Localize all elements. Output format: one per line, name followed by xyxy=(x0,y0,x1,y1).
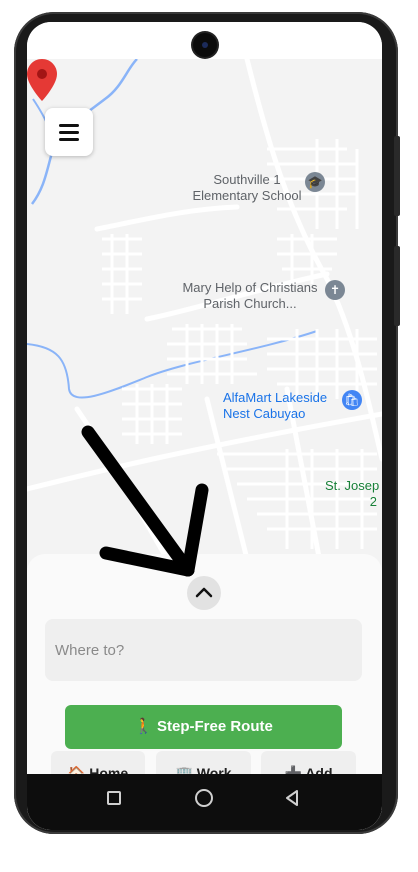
system-nav-bar xyxy=(27,774,382,830)
store-label-line1: AlfaMart Lakeside xyxy=(223,390,328,405)
phone-screen: 🎓 Southville 1 Elementary School ✝ Mary … xyxy=(27,22,382,830)
stjoseph-label-line2: 2 xyxy=(369,494,377,509)
back-icon[interactable] xyxy=(283,789,301,807)
church-label-line2: Parish Church... xyxy=(203,296,297,311)
store-label[interactable]: AlfaMart Lakeside Nest Cabuyao xyxy=(223,390,341,422)
recent-apps-icon[interactable] xyxy=(107,791,121,805)
graduation-cap-icon[interactable]: 🎓 xyxy=(305,172,325,192)
power-button xyxy=(394,246,400,326)
location-pin-icon[interactable] xyxy=(27,59,57,101)
school-label[interactable]: Southville 1 Elementary School xyxy=(187,172,307,204)
hamburger-menu-icon[interactable] xyxy=(45,108,93,156)
store-label-line2: Nest Cabuyao xyxy=(223,406,306,421)
search-input[interactable] xyxy=(45,619,362,681)
shopping-icon[interactable]: 🛍 xyxy=(342,390,362,410)
school-label-line2: Elementary School xyxy=(192,188,302,203)
home-icon[interactable] xyxy=(195,789,213,807)
stjoseph-label[interactable]: St. Josep 2 xyxy=(325,478,382,510)
status-bar xyxy=(27,22,382,59)
front-camera-icon xyxy=(193,33,217,57)
stjoseph-label-line1: St. Josep xyxy=(325,478,380,493)
church-label[interactable]: Mary Help of Christians Parish Church... xyxy=(167,280,333,312)
church-label-line1: Mary Help of Christians xyxy=(182,280,318,295)
chevron-up-icon[interactable] xyxy=(187,576,221,610)
school-label-line1: Southville 1 xyxy=(213,172,281,187)
volume-button xyxy=(394,136,400,216)
step-free-route-button[interactable]: 🚶 Step-Free Route xyxy=(65,705,342,749)
